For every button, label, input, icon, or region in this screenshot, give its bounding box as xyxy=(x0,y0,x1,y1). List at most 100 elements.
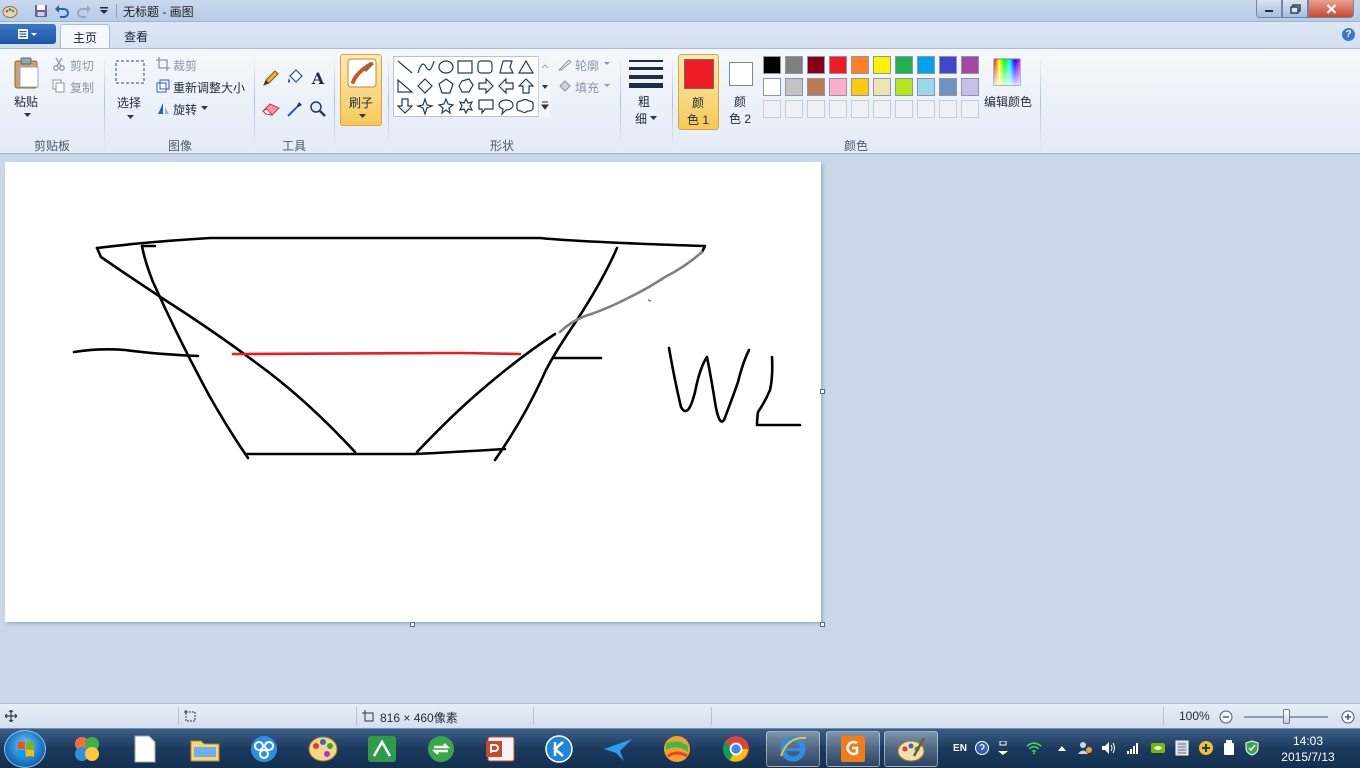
gpu-icon[interactable] xyxy=(1150,740,1166,756)
eraser-icon[interactable] xyxy=(260,98,282,120)
copy-button[interactable]: 复制 xyxy=(70,79,94,96)
ime-help-icon[interactable] xyxy=(974,740,990,756)
pencil-icon[interactable] xyxy=(260,67,282,89)
start-button[interactable] xyxy=(4,730,46,768)
taskbar-app-sync[interactable] xyxy=(414,731,468,767)
taskbar-app-cloud[interactable] xyxy=(237,731,291,767)
tab-view[interactable]: 查看 xyxy=(112,24,160,48)
taskbar-clock[interactable]: 14:03 2015/7/13 xyxy=(1270,733,1346,765)
palette-swatch[interactable] xyxy=(895,56,913,74)
undo-icon[interactable] xyxy=(54,3,70,19)
help-icon[interactable]: ? xyxy=(1342,28,1355,41)
edit-colors-icon[interactable] xyxy=(992,57,1022,87)
restore-button[interactable] xyxy=(1282,0,1308,18)
color1-button[interactable]: 颜 色 1 xyxy=(678,54,719,130)
taskbar-app-pdf[interactable] xyxy=(826,731,880,767)
ime-options-icon[interactable] xyxy=(995,740,1011,756)
palette-swatch-empty[interactable] xyxy=(829,100,847,118)
select-icon[interactable] xyxy=(115,59,145,85)
paste-icon[interactable] xyxy=(12,55,42,91)
redo-icon[interactable] xyxy=(76,3,92,19)
palette-swatch[interactable] xyxy=(917,56,935,74)
text-tool-icon[interactable]: A xyxy=(307,67,329,89)
close-button[interactable] xyxy=(1308,0,1354,18)
palette-swatch[interactable] xyxy=(873,78,891,96)
security-shield-icon[interactable] xyxy=(1244,740,1260,756)
taskbar-app-explorer[interactable] xyxy=(178,731,232,767)
outline-button[interactable]: 轮廓 xyxy=(575,57,599,74)
signal-icon[interactable] xyxy=(1125,740,1141,756)
resize-button[interactable]: 重新调整大小 xyxy=(173,79,245,96)
palette-swatch[interactable] xyxy=(851,56,869,74)
paste-button[interactable]: 粘贴 xyxy=(14,93,38,110)
taskbar-app-green[interactable] xyxy=(355,731,409,767)
palette-swatch[interactable] xyxy=(895,78,913,96)
resize-handle-corner[interactable] xyxy=(820,622,825,627)
input-language[interactable]: EN xyxy=(950,740,970,756)
edit-colors-button[interactable]: 编辑颜色 xyxy=(984,93,1032,110)
palette-swatch[interactable] xyxy=(961,78,979,96)
paint-app-icon[interactable] xyxy=(2,3,18,19)
palette-swatch-empty[interactable] xyxy=(895,100,913,118)
palette-swatch-empty[interactable] xyxy=(873,100,891,118)
volume-icon[interactable] xyxy=(1101,740,1117,756)
palette-swatch-empty[interactable] xyxy=(851,100,869,118)
palette-swatch[interactable] xyxy=(961,56,979,74)
palette-swatch[interactable] xyxy=(807,78,825,96)
zoom-out-button[interactable] xyxy=(1218,709,1233,724)
crop-button[interactable]: 裁剪 xyxy=(173,57,197,74)
canvas-workspace[interactable] xyxy=(0,155,1360,703)
palette-swatch-empty[interactable] xyxy=(917,100,935,118)
taskbar-app-bird[interactable] xyxy=(591,731,645,767)
palette-swatch[interactable] xyxy=(917,78,935,96)
taskbar-app-document[interactable] xyxy=(118,731,172,767)
zoom-slider-thumb[interactable] xyxy=(1283,709,1290,724)
magnifier-icon[interactable] xyxy=(307,98,329,120)
select-button[interactable]: 选择 xyxy=(117,94,141,111)
color-picker-icon[interactable] xyxy=(284,98,306,120)
paint-menu-button[interactable] xyxy=(0,24,56,44)
palette-swatch[interactable] xyxy=(873,56,891,74)
brushes-button[interactable]: 刷子 xyxy=(340,54,382,126)
wifi-icon[interactable] xyxy=(1026,740,1042,756)
palette-swatch[interactable] xyxy=(829,78,847,96)
palette-swatch[interactable] xyxy=(939,78,957,96)
rotate-button[interactable]: 旋转 xyxy=(173,101,197,118)
taskbar-app-pinwheel[interactable] xyxy=(60,731,114,767)
keyboard-icon[interactable] xyxy=(1174,740,1190,756)
fill-bucket-icon[interactable] xyxy=(284,67,306,89)
palette-swatch[interactable] xyxy=(829,56,847,74)
taskbar-app-palette[interactable] xyxy=(296,731,350,767)
color2-button[interactable]: 颜 色 2 xyxy=(721,54,762,130)
palette-swatch-empty[interactable] xyxy=(763,100,781,118)
shapes-scrollbar[interactable] xyxy=(538,56,550,117)
resize-handle-right[interactable] xyxy=(820,389,825,394)
fill-button[interactable]: 填充 xyxy=(575,79,599,96)
palette-swatch[interactable] xyxy=(851,78,869,96)
taskbar-app-paint[interactable] xyxy=(884,731,938,767)
palette-swatch[interactable] xyxy=(763,78,781,96)
cut-button[interactable]: 剪切 xyxy=(70,57,94,74)
network-users-icon[interactable] xyxy=(1077,740,1093,756)
palette-swatch[interactable] xyxy=(785,56,803,74)
taskbar-app-chrome[interactable] xyxy=(709,731,763,767)
customize-quick-access-icon[interactable] xyxy=(96,3,112,19)
add-icon[interactable] xyxy=(1198,740,1214,756)
show-hidden-icons-icon[interactable] xyxy=(1054,740,1070,756)
palette-swatch-empty[interactable] xyxy=(939,100,957,118)
palette-swatch-empty[interactable] xyxy=(961,100,979,118)
taskbar-app-ball[interactable] xyxy=(650,731,704,767)
taskbar-app-ie[interactable] xyxy=(766,731,820,767)
size-button[interactable]: 粗 细 xyxy=(625,54,667,130)
minimize-button[interactable] xyxy=(1256,0,1282,18)
device-icon[interactable] xyxy=(1221,740,1237,756)
palette-swatch[interactable] xyxy=(785,78,803,96)
tab-home[interactable]: 主页 xyxy=(60,24,111,48)
palette-swatch[interactable] xyxy=(763,56,781,74)
resize-handle-bottom[interactable] xyxy=(410,622,415,627)
palette-swatch[interactable] xyxy=(807,56,825,74)
palette-swatch-empty[interactable] xyxy=(807,100,825,118)
taskbar-app-kugou[interactable] xyxy=(532,731,586,767)
taskbar-app-powerpoint[interactable] xyxy=(473,731,527,767)
palette-swatch[interactable] xyxy=(939,56,957,74)
